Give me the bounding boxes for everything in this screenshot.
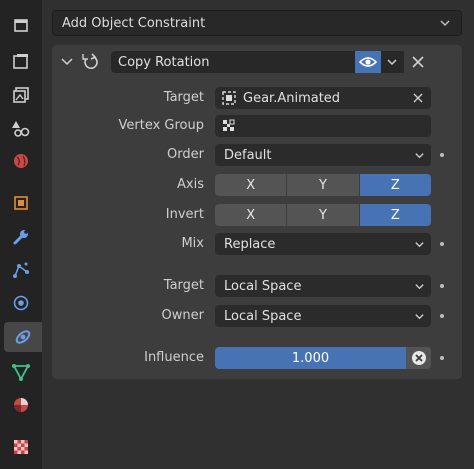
mix-label: Mix <box>181 236 204 251</box>
invert-row: Invert X Y Z <box>52 204 462 226</box>
influence-row: Influence 1.000 <box>52 347 462 369</box>
object-data-icon <box>12 364 30 381</box>
material-icon <box>14 398 28 412</box>
toggle-visibility-button[interactable] <box>355 51 381 73</box>
animate-property-dot-icon[interactable] <box>440 356 444 360</box>
constraint-header: Copy Rotation <box>52 45 462 79</box>
view-layer-icon <box>13 87 29 103</box>
vertex-group-icon <box>223 119 235 131</box>
disable-keep-transform-button[interactable] <box>406 347 431 369</box>
chevron-down-icon <box>387 59 397 66</box>
chevron-down-icon <box>415 242 424 248</box>
scene-icon <box>12 121 30 137</box>
tab-texture[interactable] <box>6 432 36 462</box>
invert-z-toggle[interactable]: Z <box>359 204 431 226</box>
target-object-value: Gear.Animated <box>243 90 341 106</box>
tab-tool[interactable] <box>6 10 36 40</box>
vertex-group-field[interactable] <box>215 115 431 137</box>
animate-property-dot-icon[interactable] <box>440 242 444 246</box>
copy-rotation-icon <box>82 53 98 70</box>
physics-icon <box>13 295 29 311</box>
chevron-down-icon <box>415 284 424 290</box>
tab-modifiers[interactable] <box>6 222 36 252</box>
mix-row: Mix Replace <box>52 233 462 255</box>
tab-scene[interactable] <box>6 113 36 143</box>
tab-object[interactable] <box>6 188 36 218</box>
target-space-value: Local Space <box>224 278 302 294</box>
tab-particles[interactable] <box>6 255 36 285</box>
invert-toggle-group: X Y Z <box>215 204 431 226</box>
owner-space-value: Local Space <box>224 308 302 324</box>
influence-slider[interactable]: 1.000 <box>215 347 406 369</box>
clear-target-close-icon[interactable] <box>412 92 424 104</box>
axis-toggle-group: X Y Z <box>215 174 431 196</box>
chevron-down-icon <box>415 153 424 159</box>
copy-rotation-constraint-panel: Copy Rotation Target Gear.Animated Verte… <box>52 45 462 379</box>
constraint-name: Copy Rotation <box>118 54 210 70</box>
order-row: Order Default <box>52 144 462 166</box>
modifier-wrench-icon <box>13 230 28 245</box>
invert-label: Invert <box>165 207 204 222</box>
animate-property-dot-icon[interactable] <box>440 284 444 288</box>
particles-icon <box>13 262 29 278</box>
chevron-down-icon <box>415 314 424 320</box>
add-object-constraint-dropdown[interactable]: Add Object Constraint <box>52 10 462 36</box>
axis-x-toggle[interactable]: X <box>215 174 288 196</box>
tab-view-layer[interactable] <box>6 80 36 110</box>
axis-row: Axis X Y Z <box>52 174 462 196</box>
axis-y-toggle[interactable]: Y <box>287 174 360 196</box>
chevron-down-icon <box>440 20 450 27</box>
owner-space-row: Owner Local Space <box>52 305 462 327</box>
eye-icon <box>359 57 377 67</box>
constraint-options-dropdown[interactable] <box>381 51 403 73</box>
tab-physics[interactable] <box>6 288 36 318</box>
target-row: Target Gear.Animated <box>52 87 462 109</box>
cancel-x-circle-icon <box>411 351 426 365</box>
tab-world[interactable] <box>6 146 36 176</box>
invert-y-toggle[interactable]: Y <box>287 204 360 226</box>
object-icon <box>222 91 236 105</box>
animate-property-dot-icon[interactable] <box>440 153 444 157</box>
mix-dropdown[interactable]: Replace <box>215 233 431 255</box>
owner-space-label: Owner <box>161 308 204 323</box>
order-dropdown[interactable]: Default <box>215 144 431 166</box>
delete-constraint-close-icon[interactable] <box>410 54 426 70</box>
tab-object-data[interactable] <box>6 357 36 387</box>
object-constraint-icon <box>15 330 31 344</box>
tab-object-constraints[interactable] <box>4 322 42 352</box>
axis-label: Axis <box>177 177 204 192</box>
animate-property-dot-icon[interactable] <box>440 314 444 318</box>
target-space-row: Target Local Space <box>52 275 462 297</box>
influence-value: 1.000 <box>291 350 330 366</box>
order-value: Default <box>224 147 272 163</box>
tab-output[interactable] <box>6 47 36 77</box>
target-object-field[interactable]: Gear.Animated <box>215 87 431 109</box>
owner-space-dropdown[interactable]: Local Space <box>215 305 431 327</box>
tab-material[interactable] <box>6 390 36 420</box>
vertex-group-label: Vertex Group <box>118 118 205 133</box>
world-icon <box>14 154 28 168</box>
collapse-chevron-icon[interactable] <box>60 55 74 69</box>
properties-tab-sidebar <box>0 0 42 469</box>
output-icon <box>13 54 28 69</box>
target-space-label: Target <box>163 278 204 293</box>
invert-x-toggle[interactable]: X <box>215 204 288 226</box>
mix-value: Replace <box>224 236 276 252</box>
object-icon <box>14 196 28 210</box>
target-space-dropdown[interactable]: Local Space <box>215 275 431 297</box>
order-label: Order <box>167 147 204 162</box>
target-label: Target <box>163 90 204 105</box>
axis-z-toggle[interactable]: Z <box>359 174 431 196</box>
add-object-constraint-label: Add Object Constraint <box>62 15 206 31</box>
vertex-group-row: Vertex Group <box>52 115 462 137</box>
influence-label: Influence <box>144 350 204 365</box>
texture-icon <box>14 440 28 454</box>
tool-icon <box>14 19 28 32</box>
